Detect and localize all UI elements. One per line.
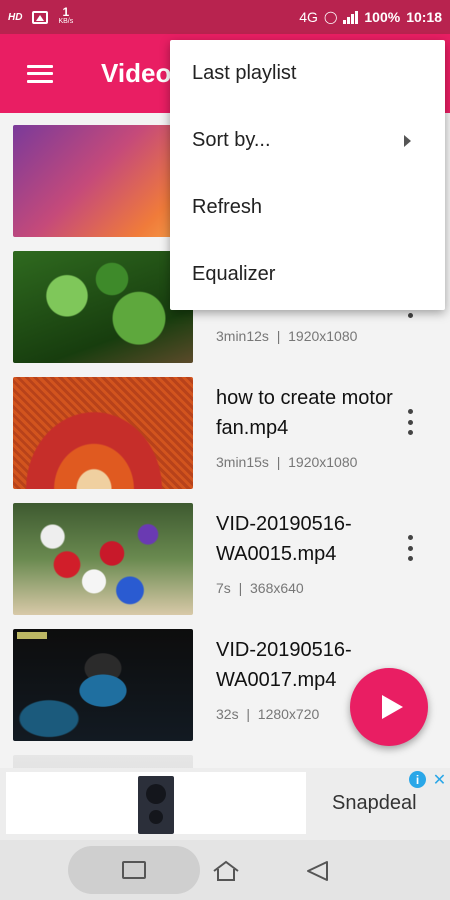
- menu-item-sort-by[interactable]: Sort by...: [170, 107, 445, 174]
- video-thumbnail[interactable]: [13, 125, 193, 237]
- network-speed: 1 KB/s: [58, 5, 74, 26]
- ad-banner[interactable]: Snapdeal: [0, 768, 450, 840]
- status-bar: HD 1 KB/s 4G ◯ 100% 10:18: [0, 0, 450, 34]
- play-icon: [381, 695, 403, 719]
- video-thumbnail[interactable]: [13, 503, 193, 615]
- video-resolution: 1280x720: [257, 706, 320, 722]
- video-resolution: 1920x1080: [288, 328, 358, 344]
- video-list-item[interactable]: VID-20190516-WA0015.mp4 7s | 368x640: [0, 491, 450, 617]
- submenu-arrow-icon: [404, 135, 411, 147]
- menu-item-label: Equalizer: [192, 263, 276, 285]
- ad-image[interactable]: [6, 772, 306, 834]
- meta-separator: |: [276, 328, 281, 344]
- video-thumbnail[interactable]: [13, 377, 193, 489]
- video-thumbnail[interactable]: [13, 251, 193, 363]
- hamburger-menu-icon[interactable]: [27, 64, 53, 83]
- back-icon[interactable]: [305, 860, 329, 882]
- menu-item-label: Refresh: [192, 196, 263, 218]
- video-title: VID-20190516-WA0015.mp4: [216, 513, 352, 565]
- battery-level: 100%: [364, 9, 401, 25]
- menu-item-refresh[interactable]: Refresh: [170, 174, 445, 241]
- meta-separator: |: [246, 706, 250, 722]
- home-icon[interactable]: [212, 860, 240, 882]
- ad-close-icon[interactable]: ✕: [431, 771, 448, 789]
- menu-item-label: Last playlist: [192, 62, 297, 84]
- meta-separator: |: [238, 580, 243, 596]
- speaker-product-image: [138, 776, 174, 834]
- signal-strength-icon: [343, 10, 359, 24]
- video-resolution: 1920x1080: [288, 454, 358, 470]
- ad-info-icon[interactable]: i: [409, 771, 426, 788]
- menu-item-last-playlist[interactable]: Last playlist: [170, 40, 445, 107]
- recent-apps-icon[interactable]: [122, 861, 146, 879]
- video-duration: 3min15s: [216, 454, 269, 470]
- network-type: 4G: [299, 9, 318, 25]
- video-meta: 32s | 1280x720: [216, 706, 319, 722]
- more-options-icon[interactable]: [402, 535, 418, 561]
- video-duration: 3min12s: [216, 328, 269, 344]
- hd-indicator: HD: [8, 11, 23, 23]
- video-thumbnail[interactable]: [13, 629, 193, 741]
- wifi-calling-icon: ◯: [323, 10, 338, 24]
- system-navigation-bar: [0, 840, 450, 900]
- video-duration: 32s: [216, 706, 239, 722]
- play-all-button[interactable]: [350, 668, 428, 746]
- video-meta: 3min15s | 1920x1080: [216, 454, 357, 470]
- more-options-icon[interactable]: [402, 409, 418, 435]
- menu-item-label: Sort by...: [192, 129, 271, 151]
- ad-brand-name: Snapdeal: [332, 792, 417, 814]
- image-notification-icon: [32, 10, 49, 24]
- menu-item-equalizer[interactable]: Equalizer: [170, 241, 445, 308]
- video-title: how to create motor fan.mp4: [216, 387, 393, 439]
- meta-separator: |: [276, 454, 281, 470]
- video-list-item[interactable]: how to create motor fan.mp4 3min15s | 19…: [0, 365, 450, 491]
- video-meta: 7s | 368x640: [216, 580, 304, 596]
- app-title: Video: [101, 58, 172, 88]
- clock: 10:18: [406, 9, 442, 25]
- overflow-menu: Last playlist Sort by... Refresh Equaliz…: [170, 40, 445, 310]
- video-meta: 3min12s | 1920x1080: [216, 328, 357, 344]
- network-speed-value: 1: [62, 5, 70, 19]
- network-speed-unit: KB/s: [58, 18, 74, 25]
- video-duration: 7s: [216, 580, 231, 596]
- video-resolution: 368x640: [250, 580, 304, 596]
